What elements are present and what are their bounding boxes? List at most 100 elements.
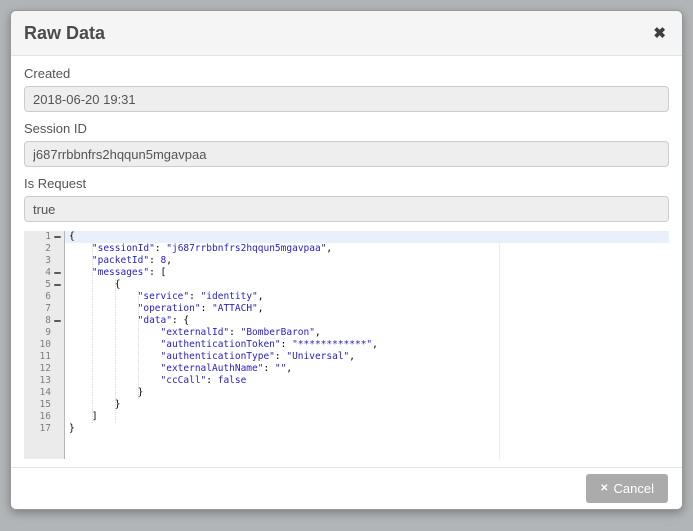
token-punctuation: , <box>258 291 264 302</box>
fold-toggle-icon[interactable] <box>54 272 61 274</box>
token-boolean: false <box>218 375 247 386</box>
field-group-session-id: Session ID <box>24 121 669 167</box>
token-string: "ccCall" <box>161 375 207 386</box>
field-input-is-request[interactable] <box>24 196 669 222</box>
token-punctuation: , <box>349 351 355 362</box>
code-line-1[interactable]: { <box>65 231 669 243</box>
code-line-8[interactable]: "data": { <box>65 315 669 327</box>
token-punctuation: : [ <box>149 267 166 278</box>
token-string: "service" <box>138 291 189 302</box>
token-punctuation: ] <box>69 411 98 422</box>
token-punctuation: { <box>69 279 120 290</box>
token-punctuation: { <box>69 231 75 242</box>
token-punctuation: : <box>201 303 212 314</box>
token-punctuation <box>69 375 161 386</box>
code-line-6[interactable]: "service": "identity", <box>65 291 669 303</box>
gutter-line-number-17: 17 <box>24 423 64 435</box>
token-string: "operation" <box>138 303 201 314</box>
close-icon[interactable]: ✖ <box>653 26 666 41</box>
field-label-is-request: Is Request <box>24 176 669 191</box>
token-punctuation: : <box>263 363 274 374</box>
code-line-16[interactable]: ] <box>65 411 669 423</box>
code-line-5[interactable]: { <box>65 279 669 291</box>
field-input-session-id[interactable] <box>24 141 669 167</box>
token-punctuation <box>69 267 92 278</box>
code-line-7[interactable]: "operation": "ATTACH", <box>65 303 669 315</box>
modal-title: Raw Data <box>24 23 653 44</box>
token-punctuation: , <box>315 327 321 338</box>
code-line-3[interactable]: "packetId": 8, <box>65 255 669 267</box>
token-string: "packetId" <box>92 255 149 266</box>
modal-header: Raw Data ✖ <box>11 11 682 56</box>
token-string: "sessionId" <box>92 243 155 254</box>
token-punctuation: } <box>69 387 143 398</box>
raw-data-modal: Raw Data ✖ Created Session ID Is Request 1… <box>10 10 683 510</box>
token-string: "authenticationType" <box>161 351 275 362</box>
token-punctuation <box>69 351 161 362</box>
code-line-13[interactable]: "ccCall": false <box>65 375 669 387</box>
token-punctuation <box>69 363 161 374</box>
token-punctuation: } <box>69 399 120 410</box>
token-string: "ATTACH" <box>212 303 258 314</box>
token-string: "" <box>275 363 286 374</box>
token-punctuation <box>69 243 92 254</box>
gutter-line-number-11: 11 <box>24 351 64 363</box>
token-string: "authenticationToken" <box>161 339 281 350</box>
token-string: "BomberBaron" <box>241 327 315 338</box>
token-string: "************" <box>292 339 372 350</box>
modal-body: CreatedSession IDIs Request 123456789101… <box>11 56 682 467</box>
gutter-line-number-2: 2 <box>24 243 64 255</box>
code-line-17[interactable]: } <box>65 423 669 435</box>
code-line-14[interactable]: } <box>65 387 669 399</box>
code-line-2[interactable]: "sessionId": "j687rrbbnfrs2hqqun5mgavpaa… <box>65 243 669 255</box>
code-line-11[interactable]: "authenticationType": "Universal", <box>65 351 669 363</box>
gutter-line-number-14: 14 <box>24 387 64 399</box>
field-input-created[interactable] <box>24 86 669 112</box>
token-string: "messages" <box>92 267 149 278</box>
token-punctuation: : <box>189 291 200 302</box>
gutter-line-number-15: 15 <box>24 399 64 411</box>
token-punctuation: : { <box>172 315 189 326</box>
modal-footer: ✕ Cancel <box>11 467 682 509</box>
cancel-button-label: Cancel <box>614 481 654 496</box>
token-punctuation: : <box>155 243 166 254</box>
gutter-line-number-10: 10 <box>24 339 64 351</box>
gutter-line-number-6: 6 <box>24 291 64 303</box>
cancel-button[interactable]: ✕ Cancel <box>586 474 668 503</box>
token-punctuation: } <box>69 423 75 434</box>
fold-toggle-icon[interactable] <box>54 236 61 238</box>
fold-toggle-icon[interactable] <box>54 284 61 286</box>
code-line-9[interactable]: "externalId": "BomberBaron", <box>65 327 669 339</box>
token-punctuation: : <box>149 255 160 266</box>
gutter-line-number-9: 9 <box>24 327 64 339</box>
token-punctuation <box>69 339 161 350</box>
token-punctuation: , <box>258 303 264 314</box>
token-string: "j687rrbbnfrs2hqqun5mgavpaa" <box>166 243 326 254</box>
token-punctuation <box>69 315 138 326</box>
editor-code-area[interactable]: { "sessionId": "j687rrbbnfrs2hqqun5mgavp… <box>65 231 669 459</box>
token-punctuation: : <box>206 375 217 386</box>
cancel-x-icon: ✕ <box>600 483 608 494</box>
token-punctuation <box>69 255 92 266</box>
code-line-12[interactable]: "externalAuthName": "", <box>65 363 669 375</box>
token-punctuation: , <box>166 255 172 266</box>
editor-gutter[interactable]: 1234567891011121314151617 <box>24 231 65 459</box>
fields-container: Created Session ID Is Request <box>24 66 669 222</box>
fold-toggle-icon[interactable] <box>54 320 61 322</box>
gutter-line-number-4: 4 <box>24 267 64 279</box>
code-line-4[interactable]: "messages": [ <box>65 267 669 279</box>
code-line-10[interactable]: "authenticationToken": "************", <box>65 339 669 351</box>
gutter-line-number-12: 12 <box>24 363 64 375</box>
field-label-session-id: Session ID <box>24 121 669 136</box>
token-punctuation: , <box>286 363 292 374</box>
token-punctuation: , <box>372 339 378 350</box>
token-punctuation <box>69 303 138 314</box>
json-editor[interactable]: 1234567891011121314151617 { "sessionId":… <box>24 231 669 459</box>
gutter-line-number-16: 16 <box>24 411 64 423</box>
field-label-created: Created <box>24 66 669 81</box>
code-line-15[interactable]: } <box>65 399 669 411</box>
token-punctuation <box>69 327 161 338</box>
field-group-is-request: Is Request <box>24 176 669 222</box>
token-punctuation: , <box>326 243 332 254</box>
token-punctuation: : <box>275 351 286 362</box>
